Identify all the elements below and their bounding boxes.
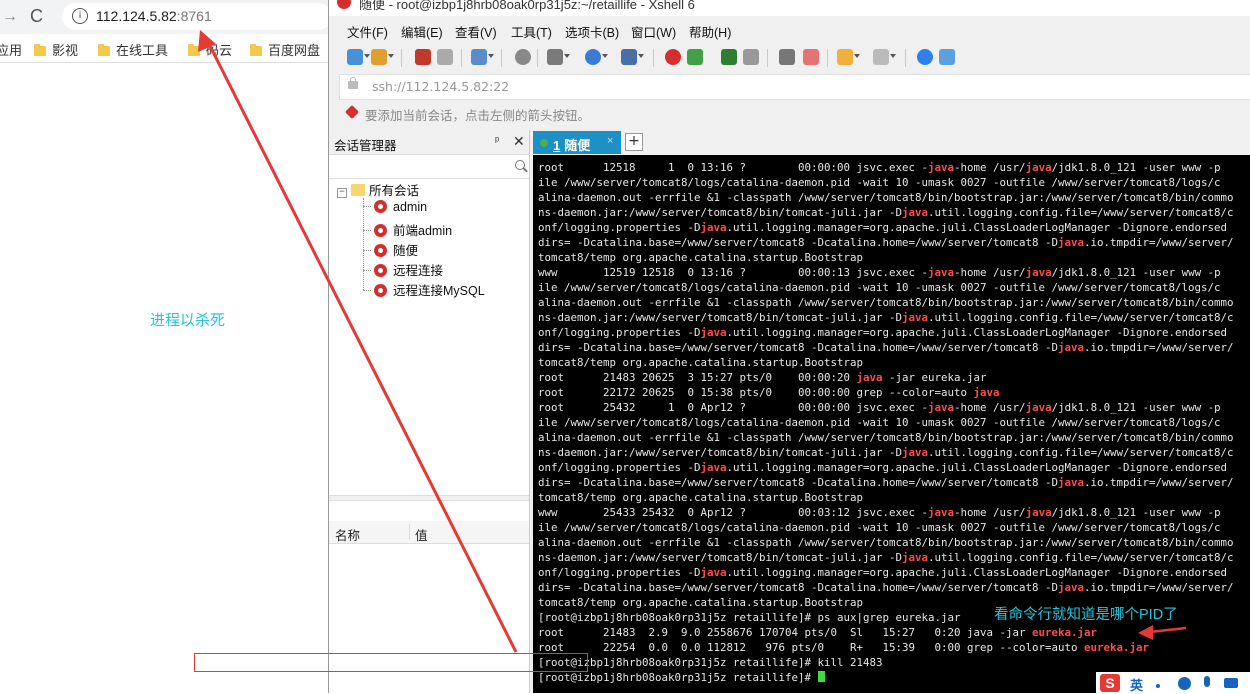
arrow-head-url <box>198 30 216 52</box>
arrow-to-url <box>206 41 518 653</box>
annotation-arrows <box>198 30 1187 653</box>
arrow-to-process <box>1149 626 1187 634</box>
arrow-head-process <box>1138 625 1153 640</box>
